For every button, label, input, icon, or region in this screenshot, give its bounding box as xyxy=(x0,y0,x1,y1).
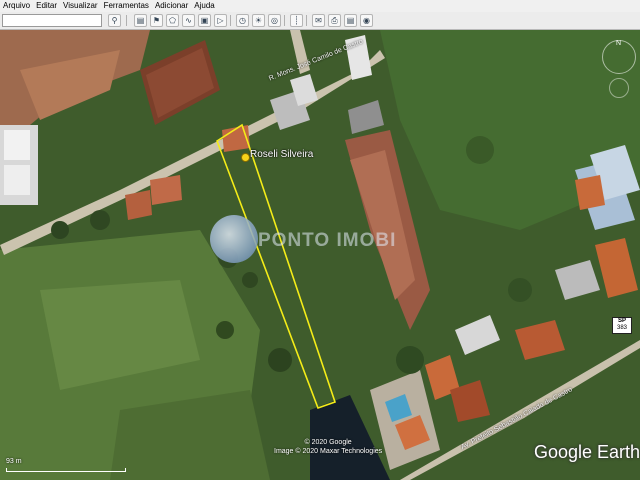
toolbar-divider xyxy=(230,15,231,26)
save-image-icon[interactable]: ▤ xyxy=(344,14,357,27)
attribution-line-1: © 2020 Google xyxy=(304,439,352,446)
road-shield: SP 383 xyxy=(612,317,632,334)
watermark-logo xyxy=(210,215,258,263)
scale-bar xyxy=(6,468,126,472)
history-icon[interactable]: ◷ xyxy=(236,14,249,27)
map-view[interactable]: PONTO IMOBI Roseli Silveira R. Mons. Jos… xyxy=(0,30,640,480)
search-input[interactable] xyxy=(2,14,102,27)
road-shield-number: 383 xyxy=(616,325,627,331)
toolbar-divider xyxy=(306,15,307,26)
overlay-icon[interactable]: ▣ xyxy=(198,14,211,27)
planets-icon[interactable]: ◎ xyxy=(268,14,281,27)
search-icon[interactable]: ⚲ xyxy=(108,14,121,27)
sidebar-icon[interactable]: ▤ xyxy=(134,14,147,27)
google-earth-logo: Google Earth xyxy=(534,442,640,462)
placemark-icon[interactable]: ⚑ xyxy=(150,14,163,27)
email-icon[interactable]: ✉ xyxy=(312,14,325,27)
polygon-icon[interactable]: ⬠ xyxy=(166,14,179,27)
menu-bar: Arquivo Editar Visualizar Ferramentas Adicio… xyxy=(0,0,640,12)
compass-north-label: N xyxy=(616,40,622,47)
placemark-label[interactable]: Roseli Silveira xyxy=(250,149,313,160)
menu-arquivo[interactable]: Arquivo xyxy=(0,0,33,12)
toolbar-divider xyxy=(284,15,285,26)
path-icon[interactable]: ∿ xyxy=(182,14,195,27)
menu-ferramentas[interactable]: Ferramentas xyxy=(101,0,152,12)
menu-ajuda[interactable]: Ajuda xyxy=(191,0,217,12)
print-icon[interactable]: ⎙ xyxy=(328,14,341,27)
road-shield-state: SP xyxy=(617,318,626,324)
attribution-line-2: Image © 2020 Maxar Technologies xyxy=(274,448,383,455)
toolbar-divider xyxy=(126,15,127,26)
compass-icon[interactable]: N xyxy=(602,40,636,74)
view-in-maps-icon[interactable]: ◉ xyxy=(360,14,373,27)
menu-editar[interactable]: Editar xyxy=(33,0,60,12)
sunlight-icon[interactable]: ☀ xyxy=(252,14,265,27)
menu-visualizar[interactable]: Visualizar xyxy=(60,0,101,12)
ruler-icon[interactable]: ┊ xyxy=(290,14,303,27)
look-joystick-icon[interactable] xyxy=(609,78,629,98)
satellite-imagery xyxy=(0,30,640,480)
tour-icon[interactable]: ▷ xyxy=(214,14,227,27)
attribution: © 2020 Google Image © 2020 Maxar Technol… xyxy=(274,438,382,456)
placemark-pin-icon[interactable] xyxy=(241,153,250,162)
menu-adicionar[interactable]: Adicionar xyxy=(152,0,191,12)
watermark-text: PONTO IMOBI xyxy=(258,230,397,251)
toolbar: ⚲ ▤ ⚑ ⬠ ∿ ▣ ▷ ◷ ☀ ◎ ┊ ✉ ⎙ ▤ ◉ xyxy=(0,12,640,30)
scale-label: 93 m xyxy=(6,458,22,465)
